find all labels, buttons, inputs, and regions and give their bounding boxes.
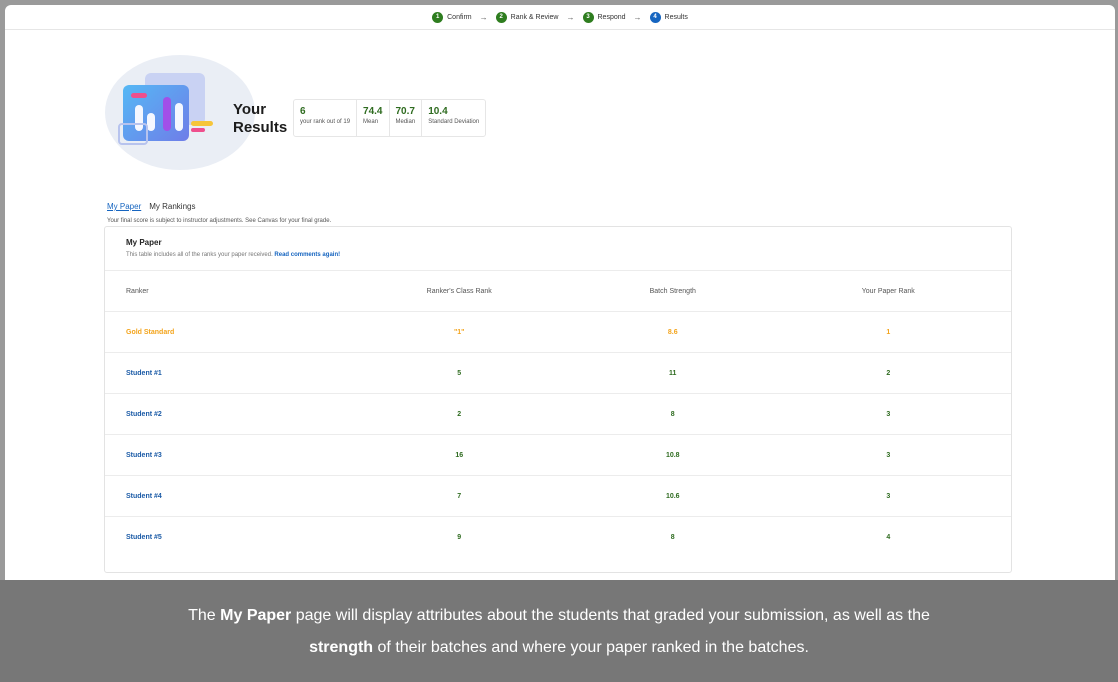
arrow-right-icon: →: [633, 12, 642, 22]
class-rank: 5: [457, 369, 462, 377]
stat-median: 70.7 Median: [390, 100, 423, 136]
column-header: Your Paper Rank: [861, 287, 915, 295]
page-title: Your Results: [233, 101, 288, 136]
batch-strength: 8: [670, 410, 675, 418]
class-rank: 2: [457, 410, 462, 418]
batch-strength: 10.6: [665, 492, 680, 500]
column-header: Ranker: [126, 287, 149, 295]
paper-rank: 3: [886, 451, 891, 459]
step-label: Results: [664, 13, 688, 21]
table-header: Ranker Ranker's Class Rank Batch Strengt…: [105, 271, 1011, 312]
step-respond[interactable]: 3 Respond: [582, 11, 626, 23]
stat-std-dev: 10.4 Standard Deviation: [428, 106, 480, 125]
paper-rank: 1: [886, 328, 891, 336]
table-row: Student #3 16 10.8 3: [105, 435, 1011, 476]
ranker-name: Gold Standard: [126, 328, 175, 336]
step-label: Rank & Review: [510, 13, 559, 21]
table-row: Student #4 7 10.6 3: [105, 476, 1011, 517]
step-number: 4: [649, 11, 661, 23]
column-header: Ranker's Class Rank: [426, 287, 492, 295]
ranker-link[interactable]: Student #2: [105, 411, 339, 418]
class-rank: 16: [455, 451, 464, 459]
stat-rank: 6 your rank out of 19: [294, 100, 358, 136]
step-confirm[interactable]: 1 Confirm: [432, 11, 472, 23]
tutorial-caption: The My Paper page will display attribute…: [0, 580, 1118, 682]
tab-my-paper[interactable]: My Paper: [107, 202, 141, 211]
paper-rank: 4: [886, 534, 891, 541]
table-row: Student #5 9 8 4: [105, 517, 1011, 558]
arrow-right-icon: →: [479, 12, 488, 22]
class-rank: 9: [457, 534, 462, 541]
chart-illustration-accent: [191, 121, 213, 126]
step-results[interactable]: 4 Results: [649, 11, 688, 23]
paper-rank: 2: [886, 369, 891, 377]
column-header: Batch Strength: [649, 287, 696, 295]
card-title: My Paper: [126, 238, 162, 247]
table-row: Gold Standard "1" 8.6 1: [105, 312, 1011, 353]
class-rank: 7: [457, 492, 462, 500]
card-header: My Paper This table includes all of the …: [105, 227, 1011, 271]
ranker-link[interactable]: Student #1: [105, 370, 339, 377]
paper-rank: 3: [886, 410, 891, 418]
card-subtitle: This table includes all of the ranks you…: [126, 252, 341, 258]
batch-strength: 10.8: [665, 451, 680, 459]
batch-strength: 11: [669, 369, 677, 377]
grade-note: Your final score is subject to instructo…: [107, 218, 332, 224]
step-number: 1: [432, 11, 444, 23]
step-label: Respond: [597, 13, 626, 21]
read-comments-link[interactable]: Read comments again!: [274, 252, 340, 258]
step-label: Confirm: [447, 13, 472, 21]
stats-summary: 6 your rank out of 19 74.4 Mean 70.7 Med…: [293, 99, 487, 137]
chart-illustration-outline: [118, 123, 148, 145]
table-row: Student #2 2 8 3: [105, 394, 1011, 435]
step-rank-review[interactable]: 2 Rank & Review: [495, 11, 559, 23]
step-number: 2: [495, 11, 507, 23]
tab-my-rankings[interactable]: My Rankings: [149, 202, 195, 211]
ranker-link[interactable]: Student #3: [105, 452, 339, 459]
table-row: Student #1 5 11 2: [105, 353, 1011, 394]
ranker-link[interactable]: Student #5: [105, 534, 339, 541]
my-paper-card: My Paper This table includes all of the …: [104, 226, 1012, 573]
step-number: 3: [582, 11, 594, 23]
class-rank: "1": [453, 328, 465, 336]
arrow-right-icon: →: [566, 12, 575, 22]
progress-stepper: 1 Confirm → 2 Rank & Review → 3 Respond …: [5, 5, 1115, 30]
paper-rank: 3: [886, 492, 891, 500]
chart-illustration-accent: [191, 128, 205, 132]
batch-strength: 8: [670, 534, 675, 541]
batch-strength: 8.6: [667, 328, 678, 336]
stat-mean: 74.4 Mean: [357, 100, 390, 136]
tabs: My Paper My Rankings: [107, 202, 195, 211]
ranker-link[interactable]: Student #4: [105, 493, 339, 500]
